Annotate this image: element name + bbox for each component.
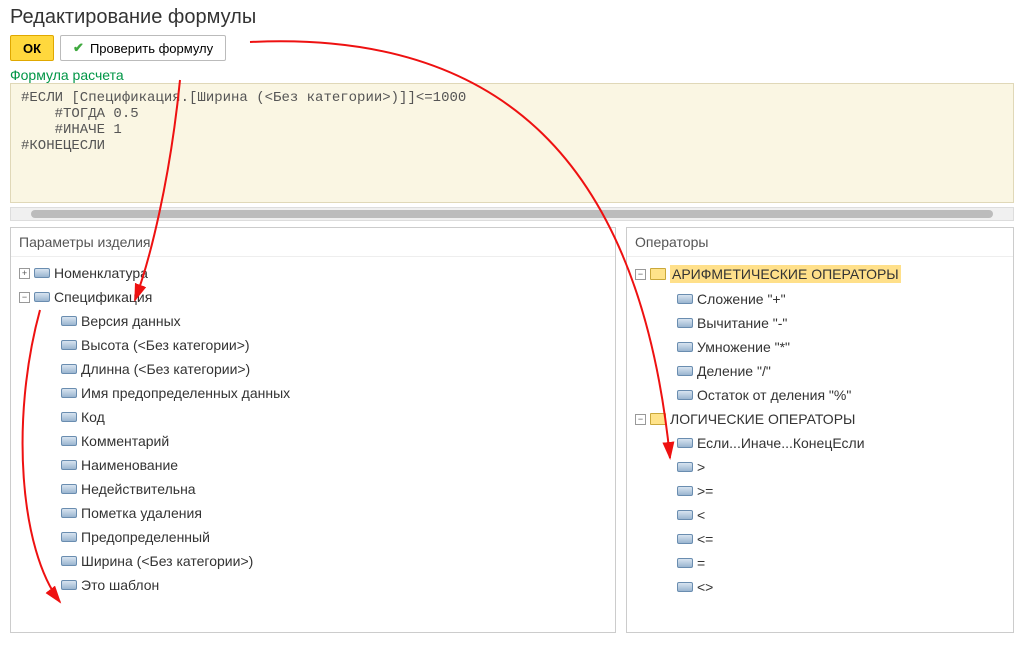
attr-icon bbox=[61, 436, 77, 446]
tree-item[interactable]: <> bbox=[627, 575, 1013, 599]
attr-icon bbox=[677, 558, 693, 568]
attr-icon bbox=[61, 556, 77, 566]
tree-item[interactable]: Предопределенный bbox=[11, 525, 615, 549]
tree-item[interactable]: Умножение "*" bbox=[627, 335, 1013, 359]
attr-icon bbox=[677, 486, 693, 496]
formula-editor[interactable]: #ЕСЛИ [Спецификация.[Ширина (<Без катего… bbox=[10, 83, 1014, 203]
parameters-panel-title: Параметры изделия bbox=[11, 228, 615, 257]
tree-item[interactable]: Код bbox=[11, 405, 615, 429]
attr-icon bbox=[677, 462, 693, 472]
tree-item[interactable]: Это шаблон bbox=[11, 573, 615, 597]
tree-item[interactable]: Версия данных bbox=[11, 309, 615, 333]
attr-icon bbox=[61, 532, 77, 542]
formula-section-label: Формула расчета bbox=[0, 65, 1024, 83]
attr-icon bbox=[677, 510, 693, 520]
tree-item[interactable]: Высота (<Без категории>) bbox=[11, 333, 615, 357]
attr-icon bbox=[61, 412, 77, 422]
attr-icon bbox=[677, 366, 693, 376]
tree-item[interactable]: Наименование bbox=[11, 453, 615, 477]
tree-item[interactable]: > bbox=[627, 455, 1013, 479]
horizontal-scrollbar[interactable] bbox=[10, 207, 1014, 221]
attr-icon bbox=[61, 364, 77, 374]
expand-icon[interactable]: + bbox=[19, 268, 30, 279]
attr-icon bbox=[677, 318, 693, 328]
tree-item[interactable]: Пометка удаления bbox=[11, 501, 615, 525]
folder-icon bbox=[650, 268, 666, 280]
tree-node-nomenklatura[interactable]: + Номенклатура bbox=[11, 261, 615, 285]
tree-label: ЛОГИЧЕСКИЕ ОПЕРАТОРЫ bbox=[670, 411, 855, 427]
tree-item[interactable]: Имя предопределенных данных bbox=[11, 381, 615, 405]
tree-item-if-else[interactable]: Если...Иначе...КонецЕсли bbox=[627, 431, 1013, 455]
attr-icon bbox=[61, 460, 77, 470]
attr-icon bbox=[677, 294, 693, 304]
collapse-icon[interactable]: − bbox=[635, 414, 646, 425]
attr-icon bbox=[61, 580, 77, 590]
tree-label: Спецификация bbox=[54, 289, 152, 305]
tree-item[interactable]: Вычитание "-" bbox=[627, 311, 1013, 335]
attr-icon bbox=[34, 292, 50, 302]
attr-icon bbox=[61, 484, 77, 494]
toolbar: ОК ✔ Проверить формулу bbox=[10, 35, 1014, 61]
tree-group-arithmetic[interactable]: − АРИФМЕТИЧЕСКИЕ ОПЕРАТОРЫ bbox=[627, 261, 1013, 287]
tree-item[interactable]: <= bbox=[627, 527, 1013, 551]
attr-icon bbox=[61, 316, 77, 326]
operators-panel: Операторы − АРИФМЕТИЧЕСКИЕ ОПЕРАТОРЫ Сло… bbox=[626, 227, 1014, 633]
tree-label: Номенклатура bbox=[54, 265, 148, 281]
folder-icon bbox=[650, 413, 666, 425]
tree-item[interactable]: Сложение "+" bbox=[627, 287, 1013, 311]
operators-tree[interactable]: − АРИФМЕТИЧЕСКИЕ ОПЕРАТОРЫ Сложение "+" … bbox=[627, 257, 1013, 632]
attr-icon bbox=[61, 508, 77, 518]
attr-icon bbox=[677, 390, 693, 400]
parameters-panel: Параметры изделия + Номенклатура − Специ… bbox=[10, 227, 616, 633]
collapse-icon[interactable]: − bbox=[19, 292, 30, 303]
page-title: Редактирование формулы bbox=[10, 6, 1014, 29]
tree-item[interactable]: Остаток от деления "%" bbox=[627, 383, 1013, 407]
ok-button[interactable]: ОК bbox=[10, 35, 54, 61]
tree-item[interactable]: >= bbox=[627, 479, 1013, 503]
tree-group-logical[interactable]: − ЛОГИЧЕСКИЕ ОПЕРАТОРЫ bbox=[627, 407, 1013, 431]
attr-icon bbox=[677, 582, 693, 592]
tree-item[interactable]: = bbox=[627, 551, 1013, 575]
tree-item[interactable]: Деление "/" bbox=[627, 359, 1013, 383]
attr-icon bbox=[677, 438, 693, 448]
collapse-icon[interactable]: − bbox=[635, 269, 646, 280]
attr-icon bbox=[677, 342, 693, 352]
tree-item-shirina[interactable]: Ширина (<Без категории>) bbox=[11, 549, 615, 573]
scrollbar-thumb[interactable] bbox=[31, 210, 993, 218]
tree-item[interactable]: Длинна (<Без категории>) bbox=[11, 357, 615, 381]
attr-icon bbox=[34, 268, 50, 278]
tree-item[interactable]: Комментарий bbox=[11, 429, 615, 453]
operators-panel-title: Операторы bbox=[627, 228, 1013, 257]
check-icon: ✔ bbox=[73, 40, 84, 56]
tree-item[interactable]: < bbox=[627, 503, 1013, 527]
tree-item[interactable]: Недействительна bbox=[11, 477, 615, 501]
attr-icon bbox=[677, 534, 693, 544]
attr-icon bbox=[61, 340, 77, 350]
check-formula-button[interactable]: ✔ Проверить формулу bbox=[60, 35, 226, 61]
tree-node-spec[interactable]: − Спецификация bbox=[11, 285, 615, 309]
attr-icon bbox=[61, 388, 77, 398]
tree-label: АРИФМЕТИЧЕСКИЕ ОПЕРАТОРЫ bbox=[670, 265, 901, 283]
parameters-tree[interactable]: + Номенклатура − Спецификация Версия дан… bbox=[11, 257, 615, 632]
check-formula-label: Проверить формулу bbox=[90, 41, 213, 56]
